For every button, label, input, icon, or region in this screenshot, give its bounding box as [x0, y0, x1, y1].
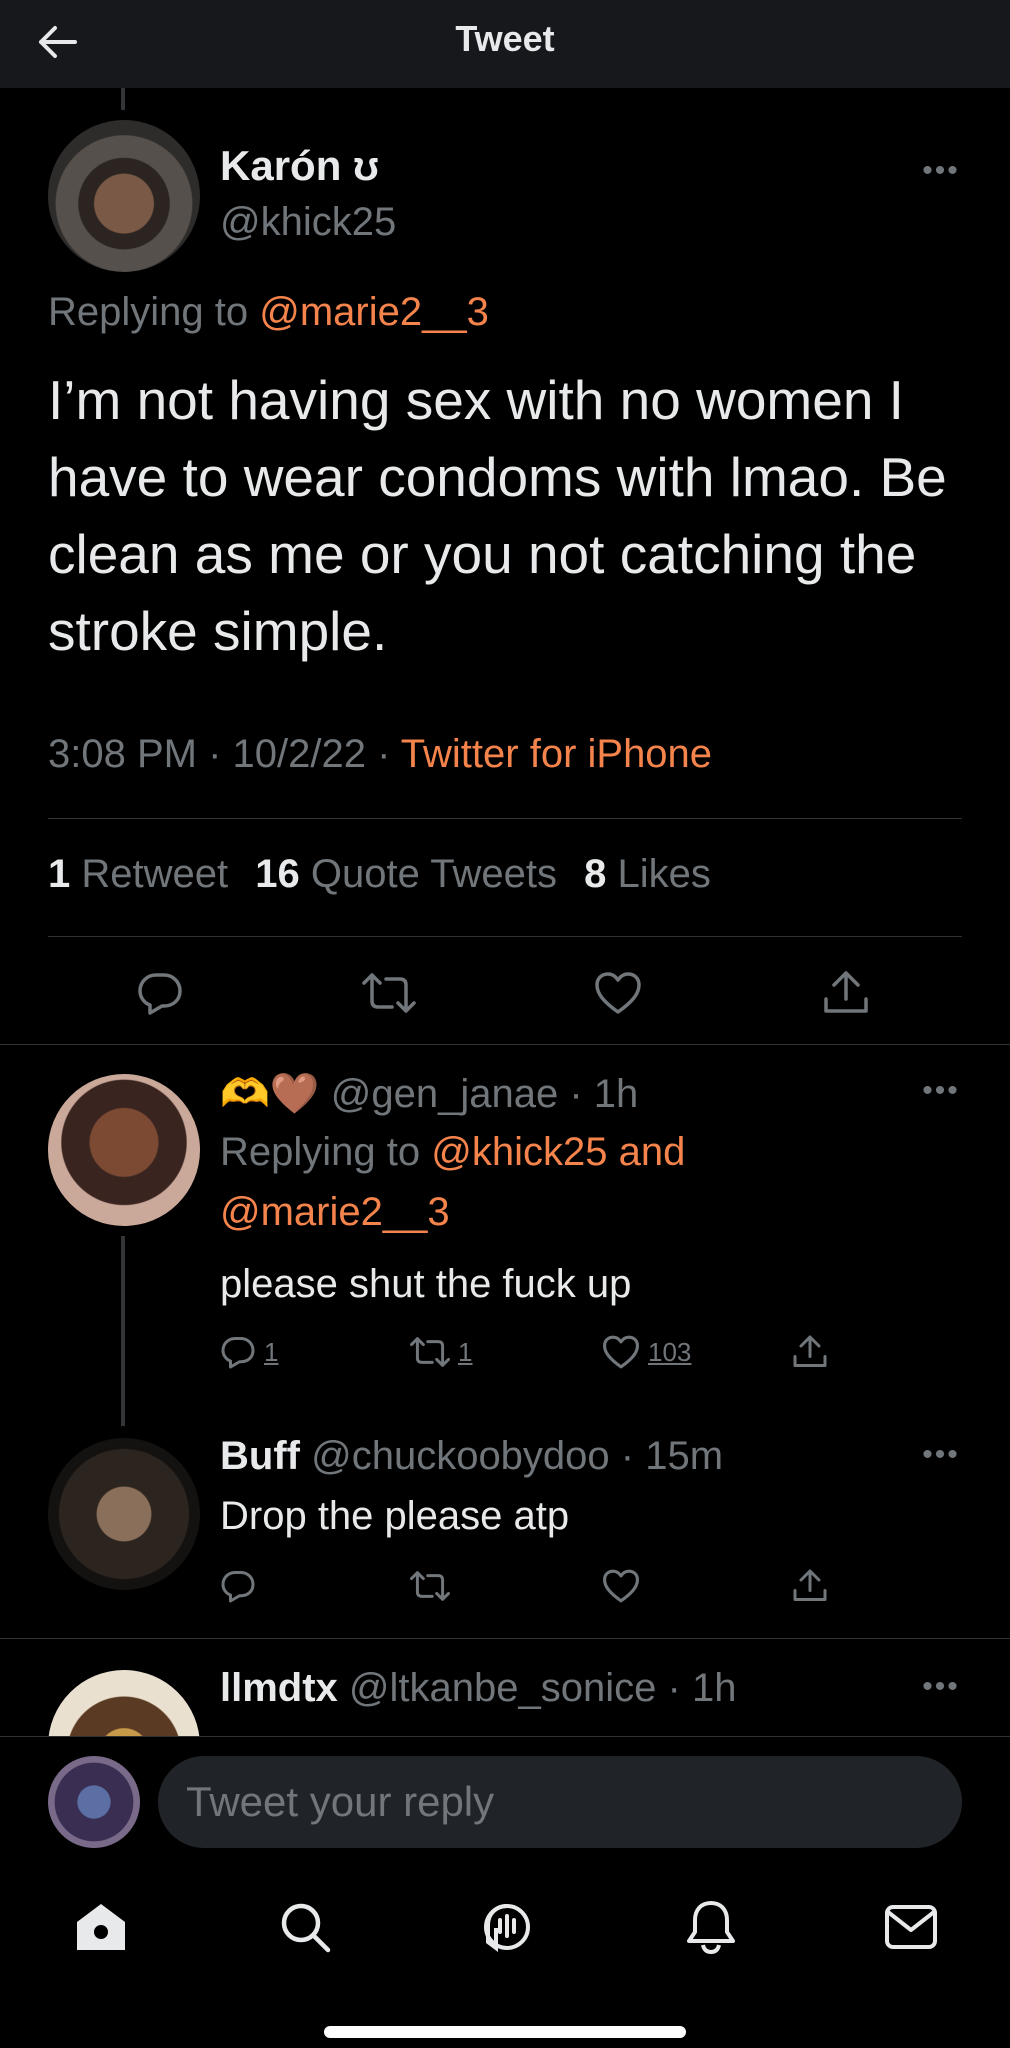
page-title: Tweet — [455, 18, 555, 59]
more-icon[interactable]: ••• — [916, 1074, 966, 1107]
replying-prefix: Replying to — [220, 1130, 432, 1174]
messages-icon[interactable] — [876, 1892, 946, 1962]
avatar[interactable] — [48, 1756, 140, 1848]
reply-time: · 15m — [620, 1434, 724, 1478]
retweet-icon[interactable] — [362, 958, 416, 1028]
home-icon[interactable] — [66, 1892, 136, 1962]
reply-header: Buff @chuckoobydoo · 15m — [220, 1434, 723, 1479]
reply-button[interactable] — [220, 1568, 256, 1604]
reply-author-handle[interactable]: @gen_janae — [331, 1072, 558, 1116]
tweet-meta: 3:08 PM · 10/2/22 · Twitter for iPhone — [48, 732, 712, 777]
reply-time: · 1h — [667, 1666, 737, 1710]
like-count[interactable]: 8 — [584, 852, 606, 896]
search-icon[interactable] — [270, 1892, 340, 1962]
share-icon — [793, 1569, 827, 1601]
top-bar: Tweet — [0, 0, 1010, 88]
more-icon[interactable]: ••• — [916, 1670, 966, 1703]
reply-author-handle[interactable]: @chuckoobydoo — [311, 1434, 610, 1478]
notifications-icon[interactable] — [676, 1892, 746, 1962]
replying-to-link[interactable]: @khick25 and — [431, 1130, 685, 1174]
share-icon[interactable] — [822, 958, 870, 1028]
replying-to-link[interactable]: @marie2__3 — [220, 1190, 450, 1235]
like-icon[interactable] — [594, 958, 642, 1028]
author-name[interactable]: Karón ʊ — [220, 142, 379, 190]
reply-header: 🫶🤎 @gen_janae · 1h — [220, 1070, 638, 1117]
quote-label[interactable]: Quote Tweets — [311, 852, 557, 896]
retweet-icon — [410, 1571, 450, 1601]
divider — [0, 1044, 1010, 1045]
more-icon[interactable]: ••• — [916, 154, 966, 187]
tweet-text: I’m not having sex with no women I have … — [48, 369, 947, 662]
reply-button[interactable]: 1 — [220, 1334, 278, 1370]
quote-count[interactable]: 16 — [255, 852, 300, 896]
reply-icon[interactable] — [136, 958, 184, 1028]
author-handle[interactable]: @khick25 — [220, 200, 396, 245]
share-button[interactable] — [792, 1568, 828, 1604]
retweet-label[interactable]: Retweet — [81, 852, 228, 896]
like-count: 103 — [648, 1336, 692, 1367]
retweet-button[interactable] — [410, 1568, 450, 1604]
reply-time: · 1h — [569, 1072, 639, 1116]
like-label[interactable]: Likes — [617, 852, 710, 896]
divider — [48, 936, 962, 937]
thread-line — [121, 88, 125, 110]
retweet-count[interactable]: 1 — [48, 852, 70, 896]
retweet-button[interactable]: 1 — [410, 1334, 472, 1370]
share-icon — [793, 1335, 827, 1367]
more-icon[interactable]: ••• — [916, 1438, 966, 1471]
like-button[interactable]: 103 — [602, 1334, 691, 1370]
like-icon — [603, 1569, 640, 1603]
avatar[interactable] — [48, 120, 200, 272]
divider — [48, 818, 962, 819]
spaces-icon[interactable] — [472, 1892, 542, 1962]
replying-to-link[interactable]: @marie2__3 — [259, 290, 489, 334]
reply-text: Drop the please atp — [220, 1494, 570, 1538]
share-button[interactable] — [792, 1334, 828, 1370]
replying-prefix: Replying to — [48, 290, 260, 334]
divider — [0, 1638, 1010, 1639]
reply-count: 1 — [264, 1336, 279, 1367]
reply-author-handle[interactable]: @ltkanbe_sonice — [349, 1666, 656, 1710]
avatar[interactable] — [48, 1074, 200, 1226]
thread-line — [121, 1236, 125, 1426]
retweet-icon — [410, 1337, 450, 1367]
like-button[interactable] — [602, 1568, 640, 1604]
reply-author-name[interactable]: Buff — [220, 1434, 300, 1478]
retweet-count: 1 — [458, 1336, 473, 1367]
like-icon — [603, 1335, 640, 1369]
avatar[interactable] — [48, 1438, 200, 1590]
tweet-actions — [0, 958, 1010, 1028]
reply-icon — [221, 1571, 255, 1603]
tweet-time: 3:08 PM · 10/2/22 · — [48, 732, 401, 776]
tweet-source[interactable]: Twitter for iPhone — [401, 732, 712, 776]
reply-header: llmdtx @ltkanbe_sonice · 1h — [220, 1666, 736, 1711]
replying-to: Replying to @khick25 and — [220, 1130, 685, 1175]
reply-input[interactable]: Tweet your reply — [158, 1756, 962, 1848]
tweet-stats: 1 Retweet 16 Quote Tweets 8 Likes — [48, 852, 711, 897]
reply-icon — [221, 1337, 255, 1369]
reply-author-name[interactable]: llmdtx — [220, 1666, 338, 1710]
home-indicator[interactable] — [324, 2026, 686, 2038]
reply-text: please shut the fuck up — [220, 1262, 632, 1306]
replying-to: Replying to @marie2__3 — [48, 290, 489, 335]
reply-author-name[interactable]: 🫶🤎 — [220, 1072, 320, 1116]
